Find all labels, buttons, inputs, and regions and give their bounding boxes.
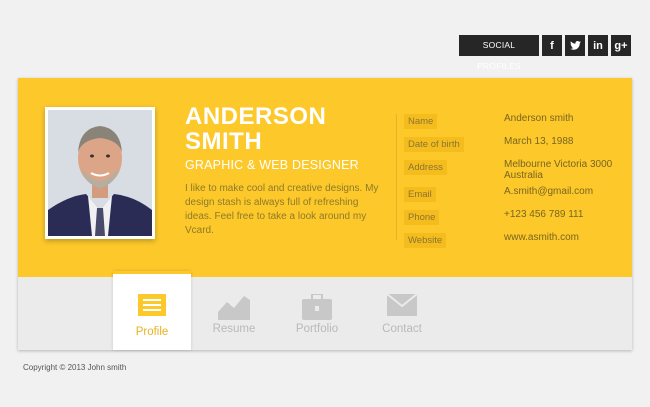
vcard: ANDERSON SMITH GRAPHIC & WEB DESIGNER I …	[18, 78, 632, 350]
tab-label: Contact	[382, 323, 422, 335]
google-plus-button[interactable]: g+	[611, 35, 631, 56]
info-value[interactable]: www.asmith.com	[504, 232, 629, 244]
info-label: Email	[404, 187, 436, 202]
profile-icon	[138, 294, 166, 316]
tab-label: Profile	[135, 326, 169, 338]
copyright-text: Copyright © 2013 John smith	[23, 363, 127, 372]
info-value: Anderson smith	[504, 113, 574, 124]
profile-name-heading: ANDERSON SMITH	[185, 104, 326, 154]
job-title: GRAPHIC & WEB DESIGNER	[185, 158, 359, 172]
linkedin-button[interactable]: in	[588, 35, 608, 56]
first-name: ANDERSON	[185, 103, 327, 130]
info-label: Address	[404, 160, 447, 175]
tab-profile[interactable]: Profile	[113, 271, 191, 350]
social-profiles-bar: SOCIAL PROFILES f in g+	[459, 35, 631, 71]
twitter-icon	[569, 41, 581, 50]
avatar	[45, 107, 155, 239]
info-label: Website	[404, 233, 447, 248]
info-label: Name	[404, 114, 438, 129]
tab-label: Portfolio	[295, 323, 339, 335]
divider	[396, 114, 397, 240]
profile-header: ANDERSON SMITH GRAPHIC & WEB DESIGNER I …	[18, 78, 632, 277]
profile-photo-image	[48, 110, 152, 236]
envelope-icon	[387, 294, 417, 316]
tab-contact[interactable]: Contact	[363, 271, 441, 350]
linkedin-icon: in	[593, 39, 603, 52]
info-value: March 13, 1988	[504, 136, 574, 147]
briefcase-icon	[302, 294, 332, 320]
info-label: Date of birth	[404, 137, 464, 152]
bio-text: I like to make cool and creative designs…	[185, 183, 379, 236]
last-name: SMITH	[185, 128, 263, 155]
tab-resume[interactable]: Resume	[195, 271, 273, 350]
twitter-button[interactable]	[565, 35, 585, 56]
google-plus-icon: g+	[614, 39, 628, 52]
info-label: Phone	[404, 210, 440, 225]
facebook-button[interactable]: f	[542, 35, 562, 56]
social-profiles-label: SOCIAL PROFILES	[459, 35, 539, 71]
tab-label: Resume	[212, 323, 256, 335]
facebook-icon: f	[550, 39, 554, 52]
resume-chart-icon	[218, 296, 250, 320]
info-value[interactable]: A.smith@gmail.com	[504, 186, 629, 198]
info-value: +123 456 789 111	[504, 209, 584, 220]
tab-portfolio[interactable]: Portfolio	[278, 271, 356, 350]
info-value: Melbourne Victoria 3000 Australia	[504, 159, 613, 181]
